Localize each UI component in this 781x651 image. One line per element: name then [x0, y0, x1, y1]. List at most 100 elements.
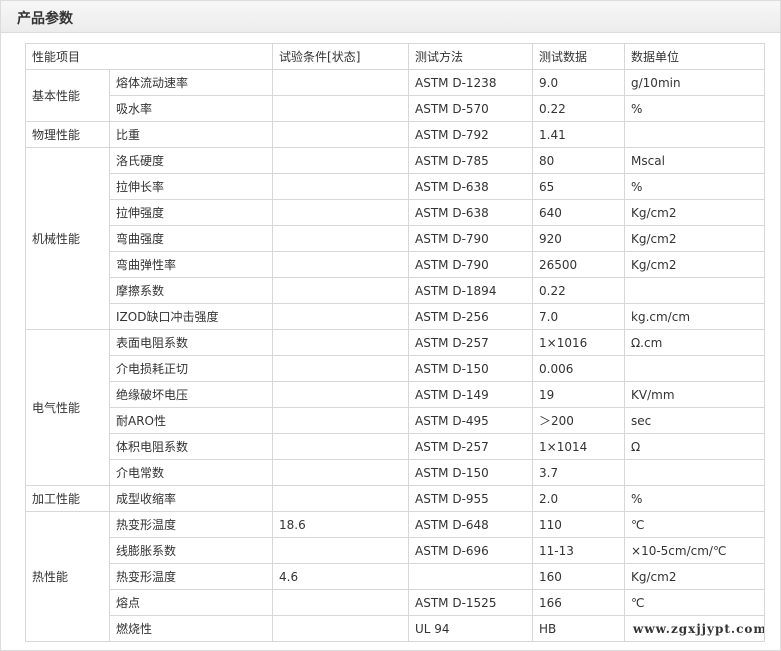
condition-cell	[272, 303, 410, 330]
condition-cell	[272, 277, 410, 304]
unit-cell: ℃	[624, 511, 766, 538]
method-cell: ASTM D-256	[408, 303, 534, 330]
value-cell: HB	[532, 615, 626, 642]
unit-cell	[624, 121, 766, 148]
method-cell: ASTM D-495	[408, 407, 534, 434]
method-cell: ASTM D-648	[408, 511, 534, 538]
table-row: 摩擦系数 ASTM D-1894 0.22	[26, 277, 766, 304]
value-cell: 160	[532, 563, 626, 590]
method-cell: ASTM D-1238	[408, 69, 534, 96]
condition-cell	[272, 95, 410, 122]
table-row: 电气性能 表面电阻系数 ASTM D-257 1×1016 Ω.cm	[25, 329, 766, 486]
table-row: 拉伸强度 ASTM D-638 640 Kg/cm2	[26, 199, 766, 226]
condition-cell	[272, 407, 410, 434]
unit-cell: KV/mm	[624, 381, 766, 408]
unit-cell: ℃	[624, 589, 766, 616]
item-cell: 洛氏硬度	[108, 147, 274, 174]
condition-cell: 18.6	[272, 511, 410, 538]
item-cell: 耐ARO性	[108, 407, 274, 434]
table-row: 绝缘破坏电压 ASTM D-149 19 KV/mm	[26, 381, 766, 408]
item-cell: 弯曲强度	[108, 225, 274, 252]
unit-cell: Ω.cm	[624, 329, 766, 356]
table-row: 弯曲弹性率 ASTM D-790 26500 Kg/cm2	[26, 251, 766, 278]
unit-cell: sec	[624, 407, 766, 434]
method-cell: ASTM D-790	[408, 251, 534, 278]
group-name-cell: 加工性能	[25, 485, 110, 512]
table-row: 热变形温度 4.6 160 Kg/cm2	[26, 563, 766, 590]
condition-cell	[272, 589, 410, 616]
value-cell: 80	[532, 147, 626, 174]
value-cell: 110	[532, 511, 626, 538]
table-row: 熔点 ASTM D-1525 166 ℃	[26, 589, 766, 616]
unit-cell	[624, 459, 766, 486]
condition-cell	[272, 433, 410, 460]
item-cell: 比重	[108, 121, 274, 148]
unit-cell: g/10min	[624, 69, 766, 96]
item-cell: 弯曲弹性率	[108, 251, 274, 278]
unit-cell: %	[624, 485, 766, 512]
group-name-cell: 机械性能	[25, 147, 110, 330]
site-watermark: www.zgxjjypt.com	[633, 621, 765, 636]
header-cell-item: 性能项目	[24, 43, 274, 70]
value-cell: 166	[532, 589, 626, 616]
method-cell: ASTM D-150	[408, 459, 534, 486]
condition-cell	[272, 251, 410, 278]
condition-cell	[272, 485, 410, 512]
item-cell: 介电损耗正切	[108, 355, 274, 382]
value-cell: 65	[532, 173, 626, 200]
unit-cell: kg.cm/cm	[624, 303, 766, 330]
value-cell: ＞200	[532, 407, 626, 434]
method-cell: ASTM D-792	[408, 121, 534, 148]
table-row: 拉伸长率 ASTM D-638 65%	[26, 173, 766, 200]
group-name-cell: 热性能	[25, 511, 110, 642]
spec-table-body: 性能项目 试验条件[状态] 测试方法 测试数据 数据单位 基本性能 熔体流动速率 A…	[24, 43, 766, 642]
condition-cell	[272, 121, 410, 148]
method-cell: ASTM D-785	[408, 147, 534, 174]
value-cell: 9.0	[532, 69, 626, 96]
table-row: 介电损耗正切 ASTM D-150 0.006	[26, 355, 766, 382]
unit-cell: Ω	[624, 433, 766, 460]
item-cell: 熔点	[108, 589, 274, 616]
method-cell: ASTM D-149	[408, 381, 534, 408]
value-cell: 2.0	[532, 485, 626, 512]
item-cell: IZOD缺口冲击强度	[108, 303, 274, 330]
table-row: 加工性能 成型收缩率 ASTM D-955 2.0%	[25, 485, 766, 512]
table-header-row: 性能项目 试验条件[状态] 测试方法 测试数据 数据单位	[24, 43, 766, 70]
unit-cell: ×10-5cm/cm/℃	[624, 537, 766, 564]
unit-cell	[624, 277, 766, 304]
value-cell: 0.22	[532, 277, 626, 304]
header-cell-condition: 试验条件[状态]	[272, 43, 410, 70]
item-cell: 成型收缩率	[108, 485, 274, 512]
table-row: 线膨胀系数 ASTM D-696 11-13 ×10-5cm/cm/℃	[26, 537, 766, 564]
unit-cell: Kg/cm2	[624, 225, 766, 252]
condition-cell	[272, 199, 410, 226]
condition-cell	[272, 329, 410, 356]
condition-cell	[272, 173, 410, 200]
condition-cell	[272, 147, 410, 174]
item-cell: 线膨胀系数	[108, 537, 274, 564]
unit-cell: %	[624, 173, 766, 200]
header-cell-value: 测试数据	[532, 43, 626, 70]
method-cell	[408, 563, 534, 590]
method-cell: ASTM D-570	[408, 95, 534, 122]
table-row: 基本性能 熔体流动速率 ASTM D-1238 9.0 g/10min	[25, 69, 766, 122]
table-row: 机械性能 洛氏硬度 ASTM D-785 80 Mscal	[25, 147, 766, 330]
table-row: 吸水率 ASTM D-570 0.22%	[26, 95, 766, 122]
table-row: IZOD缺口冲击强度 ASTM D-256 7.0 kg.cm/cm	[26, 303, 766, 330]
table-row: 燃烧性 UL 94 HB www.zgxjjypt.com	[26, 615, 766, 642]
unit-cell: Kg/cm2	[624, 251, 766, 278]
group-name-cell: 电气性能	[25, 329, 110, 486]
method-cell: ASTM D-1894	[408, 277, 534, 304]
item-cell: 表面电阻系数	[108, 329, 274, 356]
value-cell: 26500	[532, 251, 626, 278]
method-cell: UL 94	[408, 615, 534, 642]
condition-cell	[272, 459, 410, 486]
method-cell: ASTM D-257	[408, 433, 534, 460]
item-cell: 拉伸强度	[108, 199, 274, 226]
condition-cell	[272, 355, 410, 382]
condition-cell	[272, 69, 410, 96]
item-cell: 摩擦系数	[108, 277, 274, 304]
item-cell: 绝缘破坏电压	[108, 381, 274, 408]
method-cell: ASTM D-1525	[408, 589, 534, 616]
value-cell: 1.41	[532, 121, 626, 148]
